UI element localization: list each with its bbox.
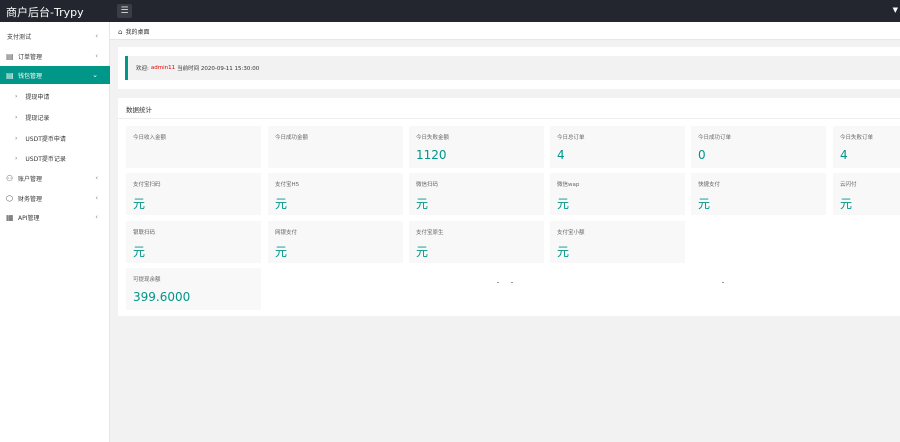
stat-card: 支付宝扫码元 xyxy=(126,173,261,215)
top-bar: 商户后台-Trypy ☰ ▼ xyxy=(0,0,900,22)
chevron-left-icon: ‹ xyxy=(95,174,98,182)
panel-title: 数据统计 xyxy=(126,106,152,114)
sidebar-item-pay-test[interactable]: 支付测试 ‹ xyxy=(0,27,110,45)
sidebar-item-withdraw-apply[interactable]: › 提现申请 xyxy=(0,87,110,105)
brand-title: 商户后台-Trypy xyxy=(6,6,84,19)
stat-card: 微信wap 元 xyxy=(550,173,685,215)
stat-card: 银联扫码元 xyxy=(126,221,261,263)
menu-toggle-button[interactable]: ☰ xyxy=(117,4,132,18)
chevron-right-icon: › xyxy=(15,134,18,142)
home-icon: ⌂ xyxy=(118,27,123,36)
welcome-time: 当前时间 2020-09-11 15:30:00 xyxy=(177,66,260,72)
chevron-right-icon: › xyxy=(15,154,18,162)
stat-card: 今日收入金额 xyxy=(126,126,261,168)
sidebar-item-wallet[interactable]: ▤ 钱包管理 ⌄ xyxy=(0,66,110,84)
list-icon: ▤ xyxy=(6,51,14,61)
stat-card: 支付宝H5 元 xyxy=(268,173,403,215)
sidebar: 支付测试 ‹ ▤ 订单管理 ‹ ▤ 钱包管理 ⌄ › 提现申请 › 提现记录 ›… xyxy=(0,22,110,442)
stat-card-balance: 可提现余额 399.6000 xyxy=(126,268,261,310)
api-icon: ▦ xyxy=(6,212,14,222)
wallet-icon: ▤ xyxy=(6,70,14,80)
chevron-left-icon: ‹ xyxy=(95,32,98,40)
chevron-left-icon: ‹ xyxy=(95,52,98,60)
divider xyxy=(118,118,900,119)
stat-card: 网银支付元 xyxy=(268,221,403,263)
stat-card: 云闪付元 xyxy=(833,173,900,215)
stat-card: 今日成功订单 0 xyxy=(691,126,826,168)
stat-card: 今日失败订单 4 xyxy=(833,126,900,168)
menu-icon: ☰ xyxy=(120,6,129,16)
user-dropdown-icon[interactable]: ▼ xyxy=(893,6,898,14)
welcome-user: admin11 xyxy=(150,65,176,71)
chevron-right-icon: › xyxy=(15,113,18,121)
finance-icon: ⬡ xyxy=(6,193,13,203)
tab-bar: ⌂ 我的桌面 xyxy=(110,22,900,40)
sidebar-item-withdraw-records[interactable]: › 提现记录 xyxy=(0,108,110,126)
sidebar-item-account[interactable]: ⚇ 账户管理 ‹ xyxy=(0,169,110,187)
chevron-right-icon: › xyxy=(15,92,18,100)
stat-card: 微信扫码元 xyxy=(409,173,544,215)
stat-card: 支付宝小额元 xyxy=(550,221,685,263)
chevron-left-icon: ‹ xyxy=(95,194,98,202)
sidebar-item-orders[interactable]: ▤ 订单管理 ‹ xyxy=(0,47,110,65)
welcome-banner: 欢迎: admin11 当前时间 2020-09-11 15:30:00 xyxy=(125,56,900,80)
user-icon: ⚇ xyxy=(6,173,14,183)
stat-card: 快捷支付元 xyxy=(691,173,826,215)
stat-card: 支付宝原生元 xyxy=(409,221,544,263)
decoration-dot xyxy=(511,282,513,283)
tab-home[interactable]: ⌂ 我的桌面 xyxy=(118,27,149,37)
sidebar-item-usdt-apply[interactable]: › USDT提币申请 xyxy=(0,129,110,147)
stat-card: 今日失败金额 1120 xyxy=(409,126,544,168)
chevron-left-icon: ‹ xyxy=(95,213,98,221)
sidebar-item-usdt-records[interactable]: › USDT提币记录 xyxy=(0,149,110,167)
sidebar-item-api[interactable]: ▦ API管理 ‹ xyxy=(0,208,110,226)
chevron-down-icon: ⌄ xyxy=(92,71,98,79)
decoration-dot xyxy=(497,282,499,283)
stat-card: 今日总订单 4 xyxy=(550,126,685,168)
sidebar-item-finance[interactable]: ⬡ 财务管理 ‹ xyxy=(0,189,110,207)
decoration-dot xyxy=(722,282,724,283)
stat-card: 今日成功金额 xyxy=(268,126,403,168)
